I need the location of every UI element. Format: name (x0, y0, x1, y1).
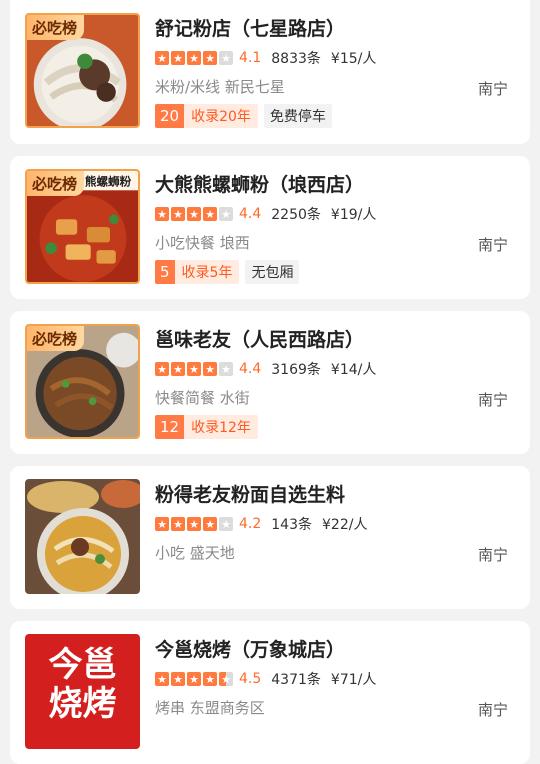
years-text: 收录12年 (184, 415, 258, 439)
star-rating: ★ ★ ★ ★ ★ (155, 362, 233, 376)
logo-text-line2: 烧烤 (48, 684, 117, 725)
star-rating: ★ ★ ★ ★ ★ (155, 517, 233, 531)
restaurant-photo[interactable] (25, 479, 140, 594)
score: 4.1 (239, 50, 262, 66)
avg-price: ¥15/人 (330, 51, 377, 67)
photo-sign-text: 熊螺蛳粉 (85, 174, 132, 188)
star-icon: ★ (219, 51, 233, 65)
city: 南宁 (477, 236, 508, 254)
restaurant-name[interactable]: 舒记粉店（七星路店） (155, 14, 345, 41)
star-icon: ★ (203, 207, 217, 221)
score: 4.4 (239, 206, 262, 222)
city: 南宁 (477, 701, 508, 719)
restaurant-card[interactable]: 必吃榜 舒记粉店（七星路店） ★ ★ ★ ★ ★ 4.1 8833条 ¥15/人… (10, 0, 530, 144)
category-area: 烤串 东盟商务区 (155, 699, 265, 717)
review-count: 4371条 (271, 672, 321, 688)
rating-row: ★ ★ ★ ★ ★ 4.4 2250条 ¥19/人 (155, 204, 376, 224)
review-count: 143条 (271, 517, 312, 533)
star-icon: ★ (155, 362, 169, 376)
star-icon: ★ (155, 517, 169, 531)
food-photo (25, 479, 140, 594)
score: 4.5 (239, 671, 262, 687)
city: 南宁 (477, 80, 508, 98)
years-listed-tag: 20 收录20年 (155, 104, 258, 128)
review-count: 8833条 (271, 51, 321, 67)
star-rating: ★ ★ ★ ★ ★ (155, 672, 233, 686)
star-icon: ★ (219, 207, 233, 221)
score: 4.2 (239, 516, 262, 532)
review-count: 2250条 (271, 207, 321, 223)
avg-price: ¥71/人 (330, 672, 377, 688)
restaurant-name[interactable]: 邕味老友（人民西路店） (155, 325, 364, 352)
avg-price: ¥14/人 (330, 362, 377, 378)
restaurant-card[interactable]: 必吃榜 邕味老友（人民西路店） ★ ★ ★ ★ ★ 4.4 3169条 ¥14/… (10, 311, 530, 454)
rating-row: ★ ★ ★ ★ ★ 4.4 3169条 ¥14/人 (155, 359, 376, 379)
star-icon: ★ (187, 207, 201, 221)
star-icon: ★ (187, 517, 201, 531)
avg-price: ¥22/人 (322, 517, 368, 533)
star-icon: ★ (155, 672, 169, 686)
feature-tag: 免费停车 (263, 104, 332, 128)
star-icon: ★ (187, 672, 201, 686)
tag-row: 20 收录20年 免费停车 (155, 104, 332, 128)
category-area: 小吃 盛天地 (155, 544, 235, 562)
star-icon: ★ (203, 517, 217, 531)
must-eat-badge: 必吃榜 (27, 15, 85, 40)
star-icon: ★ (203, 362, 217, 376)
star-rating: ★ ★ ★ ★ ★ (155, 51, 233, 65)
years-num: 12 (155, 415, 185, 439)
rating-row: ★ ★ ★ ★ ★ 4.5 4371条 ¥71/人 (155, 669, 376, 689)
avg-price: ¥19/人 (330, 207, 377, 223)
tag-row: 12 收录12年 (155, 415, 258, 439)
star-icon: ★ (203, 672, 217, 686)
star-icon: ★ (171, 672, 185, 686)
tag-row: 5 收录5年 无包厢 (155, 260, 300, 284)
star-icon: ★ (219, 362, 233, 376)
city: 南宁 (477, 546, 508, 564)
star-icon: ★ (171, 207, 185, 221)
restaurant-list: 必吃榜 舒记粉店（七星路店） ★ ★ ★ ★ ★ 4.1 8833条 ¥15/人… (0, 0, 540, 764)
rating-row: ★ ★ ★ ★ ★ 4.1 8833条 ¥15/人 (155, 48, 376, 68)
years-listed-tag: 12 收录12年 (155, 415, 258, 439)
restaurant-photo[interactable]: 必吃榜 (25, 324, 140, 439)
restaurant-name[interactable]: 大熊熊螺蛳粉（埌西店） (155, 170, 364, 197)
star-icon: ★ (155, 207, 169, 221)
category-area: 小吃快餐 埌西 (155, 234, 250, 252)
years-text: 收录20年 (184, 104, 258, 128)
star-icon: ★ (219, 517, 233, 531)
restaurant-photo[interactable]: 必吃榜 (25, 13, 140, 128)
restaurant-name[interactable]: 粉得老友粉面自选生料 (155, 480, 345, 507)
star-icon: ★ (171, 362, 185, 376)
years-listed-tag: 5 收录5年 (155, 260, 240, 284)
star-icon: ★ (171, 517, 185, 531)
review-count: 3169条 (271, 362, 321, 378)
star-rating: ★ ★ ★ ★ ★ (155, 207, 233, 221)
star-icon: ★ (203, 51, 217, 65)
city: 南宁 (477, 391, 508, 409)
restaurant-card[interactable]: 熊螺蛳粉 必吃榜 大熊熊螺蛳粉（埌西店） ★ ★ ★ ★ ★ 4.4 2250条 (10, 156, 530, 299)
star-icon: ★ (155, 51, 169, 65)
must-eat-badge: 必吃榜 (27, 326, 85, 351)
feature-tag: 无包厢 (245, 260, 300, 284)
category-area: 米粉/米线 新民七星 (155, 78, 285, 96)
restaurant-logo[interactable]: 今邕 烧烤 (25, 634, 140, 749)
restaurant-card[interactable]: 今邕 烧烤 今邕烧烤（万象城店） ★ ★ ★ ★ ★ 4.5 4371条 ¥71… (10, 621, 530, 764)
restaurant-photo[interactable]: 熊螺蛳粉 必吃榜 (25, 169, 140, 284)
years-num: 20 (155, 104, 185, 128)
category-area: 快餐简餐 水街 (155, 389, 250, 407)
rating-row: ★ ★ ★ ★ ★ 4.2 143条 ¥22/人 (155, 514, 367, 534)
logo-text-line1: 今邕 (48, 645, 117, 685)
star-icon: ★ (171, 51, 185, 65)
star-icon: ★ (187, 362, 201, 376)
must-eat-badge: 必吃榜 (27, 171, 85, 196)
restaurant-card[interactable]: 粉得老友粉面自选生料 ★ ★ ★ ★ ★ 4.2 143条 ¥22/人 小吃 盛… (10, 466, 530, 609)
years-num: 5 (155, 260, 175, 284)
restaurant-name[interactable]: 今邕烧烤（万象城店） (155, 635, 345, 662)
half-star-icon: ★ (219, 672, 233, 686)
years-text: 收录5年 (174, 260, 240, 284)
score: 4.4 (239, 361, 262, 377)
star-icon: ★ (187, 51, 201, 65)
